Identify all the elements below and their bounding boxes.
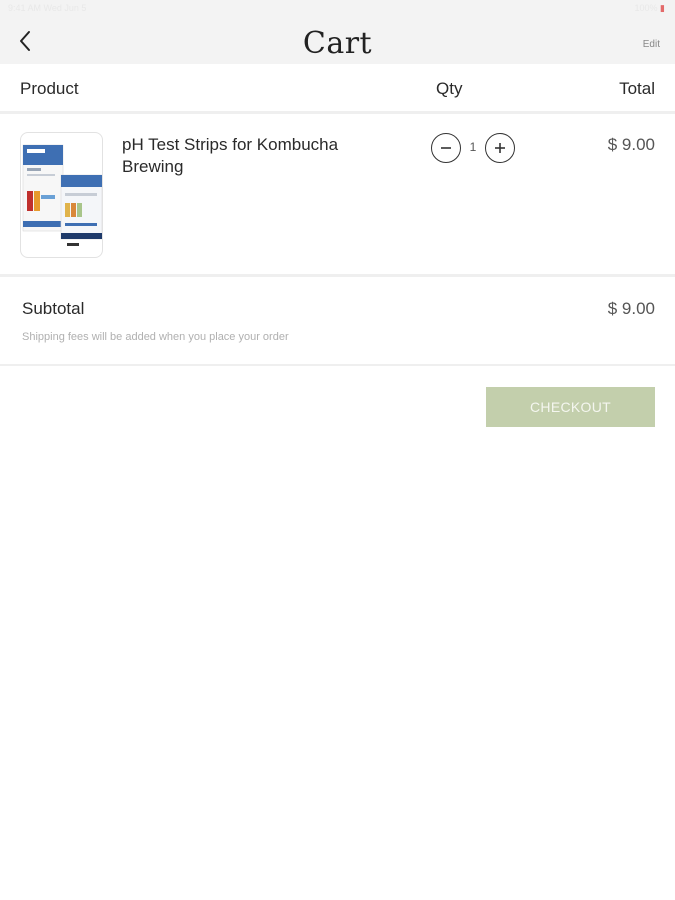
subtotal-value: $ 9.00 bbox=[607, 299, 655, 318]
status-bar-battery: 100% ▮ bbox=[635, 3, 666, 14]
shipping-note: Shipping fees will be added when you pla… bbox=[22, 331, 289, 343]
column-header-qty: Qty bbox=[436, 79, 463, 98]
product-package-image bbox=[22, 144, 102, 246]
header-divider bbox=[0, 111, 675, 114]
subtotal-label: Subtotal bbox=[22, 299, 85, 318]
product-name[interactable]: pH Test Strips for Kombucha Brewing bbox=[122, 134, 402, 178]
item-divider bbox=[0, 274, 675, 277]
product-image[interactable] bbox=[20, 132, 103, 258]
nav-bar: Cart Edit bbox=[0, 18, 675, 64]
column-header-total: Total bbox=[619, 79, 655, 98]
battery-icon: ▮ bbox=[660, 3, 665, 13]
increase-quantity-button[interactable] bbox=[485, 133, 515, 163]
checkout-button[interactable]: CHECKOUT bbox=[486, 387, 655, 427]
edit-button[interactable]: Edit bbox=[643, 39, 660, 50]
quantity-value: 1 bbox=[469, 140, 477, 154]
status-bar-time: 9:41 AM Wed Jun 5 bbox=[8, 3, 87, 13]
item-total-price: $ 9.00 bbox=[607, 135, 655, 154]
page-title: Cart bbox=[302, 26, 373, 61]
decrease-quantity-button[interactable] bbox=[431, 133, 461, 163]
battery-percent: 100% bbox=[634, 3, 658, 13]
column-header-product: Product bbox=[20, 79, 79, 98]
plus-icon bbox=[495, 143, 505, 153]
status-bar: 9:41 AM Wed Jun 5 100% ▮ bbox=[0, 0, 675, 18]
minus-icon bbox=[441, 147, 451, 149]
summary-divider bbox=[0, 364, 675, 366]
